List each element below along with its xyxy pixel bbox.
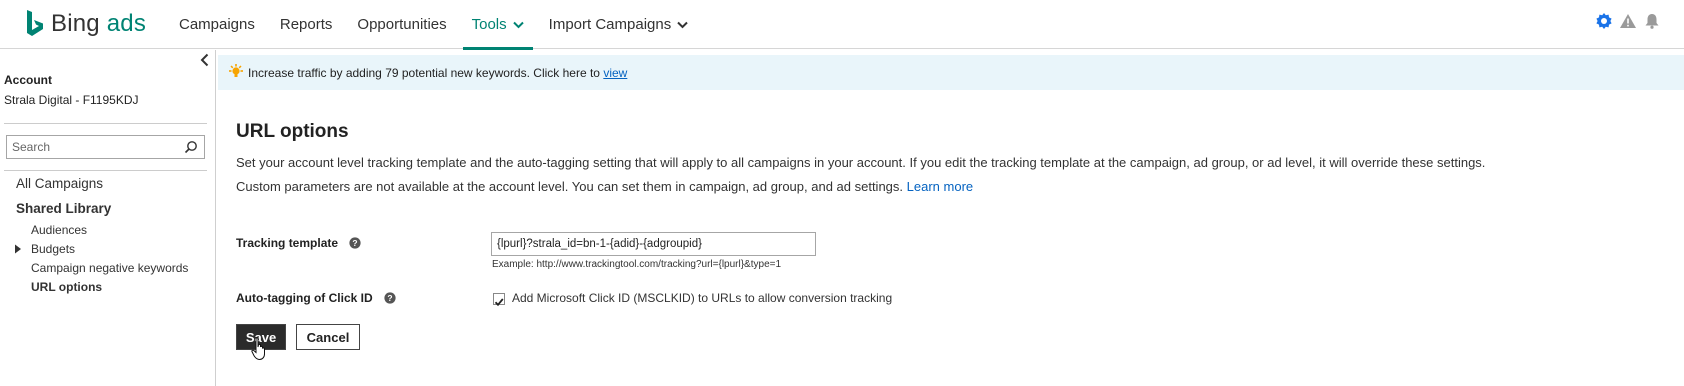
left-sidebar: Account Strala Digital - F1195KDJ All Ca… [0, 50, 216, 386]
page-description-line1: Set your account level tracking template… [236, 155, 1486, 170]
chevron-down-icon [677, 21, 688, 28]
svg-text:?: ? [387, 293, 392, 303]
sidebar-item-shared-library[interactable]: Shared Library [16, 201, 111, 216]
auto-tagging-checkbox[interactable] [493, 293, 505, 307]
auto-tagging-label: Auto-tagging of Click ID [236, 291, 373, 305]
notification-bell-icon[interactable] [1643, 12, 1661, 30]
nav-import-campaigns[interactable]: Import Campaigns [540, 0, 698, 49]
nav-opportunities-label: Opportunities [357, 16, 447, 33]
bing-ads-logo[interactable]: Bing ads [25, 6, 146, 42]
sidebar-item-all-campaigns[interactable]: All Campaigns [16, 176, 103, 191]
page-description-line2: Custom parameters are not available at t… [236, 179, 973, 194]
collapse-sidebar-icon[interactable] [198, 53, 212, 67]
page-title: URL options [236, 121, 349, 142]
nav-reports-label: Reports [279, 16, 333, 33]
banner-text: Increase traffic by adding 79 potential … [248, 66, 600, 80]
banner-message: Increase traffic by adding 79 potential … [248, 66, 627, 80]
sidebar-divider [4, 123, 207, 124]
account-label: Account [4, 73, 52, 87]
tracking-template-example: Example: http://www.trackingtool.com/tra… [492, 259, 782, 270]
account-name[interactable]: Strala Digital - F1195KDJ [4, 93, 139, 107]
logo-wordmark: Bing ads [51, 10, 147, 37]
search-input[interactable] [7, 136, 177, 158]
nav-tools-label: Tools [471, 16, 507, 33]
sidebar-search [6, 135, 205, 159]
sidebar-item-campaign-negative-keywords[interactable]: Campaign negative keywords [31, 261, 188, 275]
top-navigation-bar: Bing ads Campaigns Reports Opportunities… [0, 0, 1684, 50]
svg-text:?: ? [353, 238, 358, 248]
nav-opportunities[interactable]: Opportunities [348, 0, 455, 49]
nav-import-campaigns-label: Import Campaigns [548, 16, 672, 33]
bing-logo-icon [27, 10, 43, 36]
cancel-button[interactable]: Cancel [296, 324, 360, 350]
warning-icon[interactable] [1619, 12, 1637, 30]
nav-campaigns[interactable]: Campaigns [170, 0, 264, 49]
sidebar-item-url-options[interactable]: URL options [31, 280, 102, 294]
tracking-template-label: Tracking template [236, 236, 339, 250]
header-icons [1595, 12, 1661, 30]
chevron-down-icon [512, 21, 524, 28]
nav-tools[interactable]: Tools [462, 0, 533, 50]
nav-campaigns-label: Campaigns [179, 16, 255, 33]
learn-more-link[interactable]: Learn more [907, 179, 973, 194]
search-icon[interactable] [184, 140, 198, 154]
auto-tagging-label-row: Auto-tagging of Click ID ? [236, 291, 396, 305]
tracking-template-input[interactable] [491, 232, 816, 256]
nav-reports[interactable]: Reports [271, 0, 342, 49]
page-description-text: Custom parameters are not available at t… [236, 179, 904, 194]
hand-cursor-icon [251, 337, 265, 361]
main-nav: Campaigns Reports Opportunities Tools Im… [170, 0, 704, 50]
expand-triangle-icon[interactable] [14, 244, 22, 254]
sidebar-item-audiences[interactable]: Audiences [31, 223, 87, 237]
lightbulb-icon [229, 64, 243, 77]
sidebar-divider [4, 170, 207, 171]
sidebar-item-budgets[interactable]: Budgets [31, 242, 75, 256]
tracking-template-label-row: Tracking template ? [236, 236, 361, 250]
auto-tagging-checkbox-label[interactable]: Add Microsoft Click ID (MSCLKID) to URLs… [512, 291, 892, 305]
banner-view-link[interactable]: view [603, 66, 627, 80]
help-icon[interactable]: ? [384, 292, 396, 304]
opportunity-banner: Increase traffic by adding 79 potential … [218, 55, 1684, 90]
checkmark-icon [494, 298, 504, 307]
settings-badge-icon[interactable] [1595, 12, 1613, 30]
help-icon[interactable]: ? [349, 237, 361, 249]
